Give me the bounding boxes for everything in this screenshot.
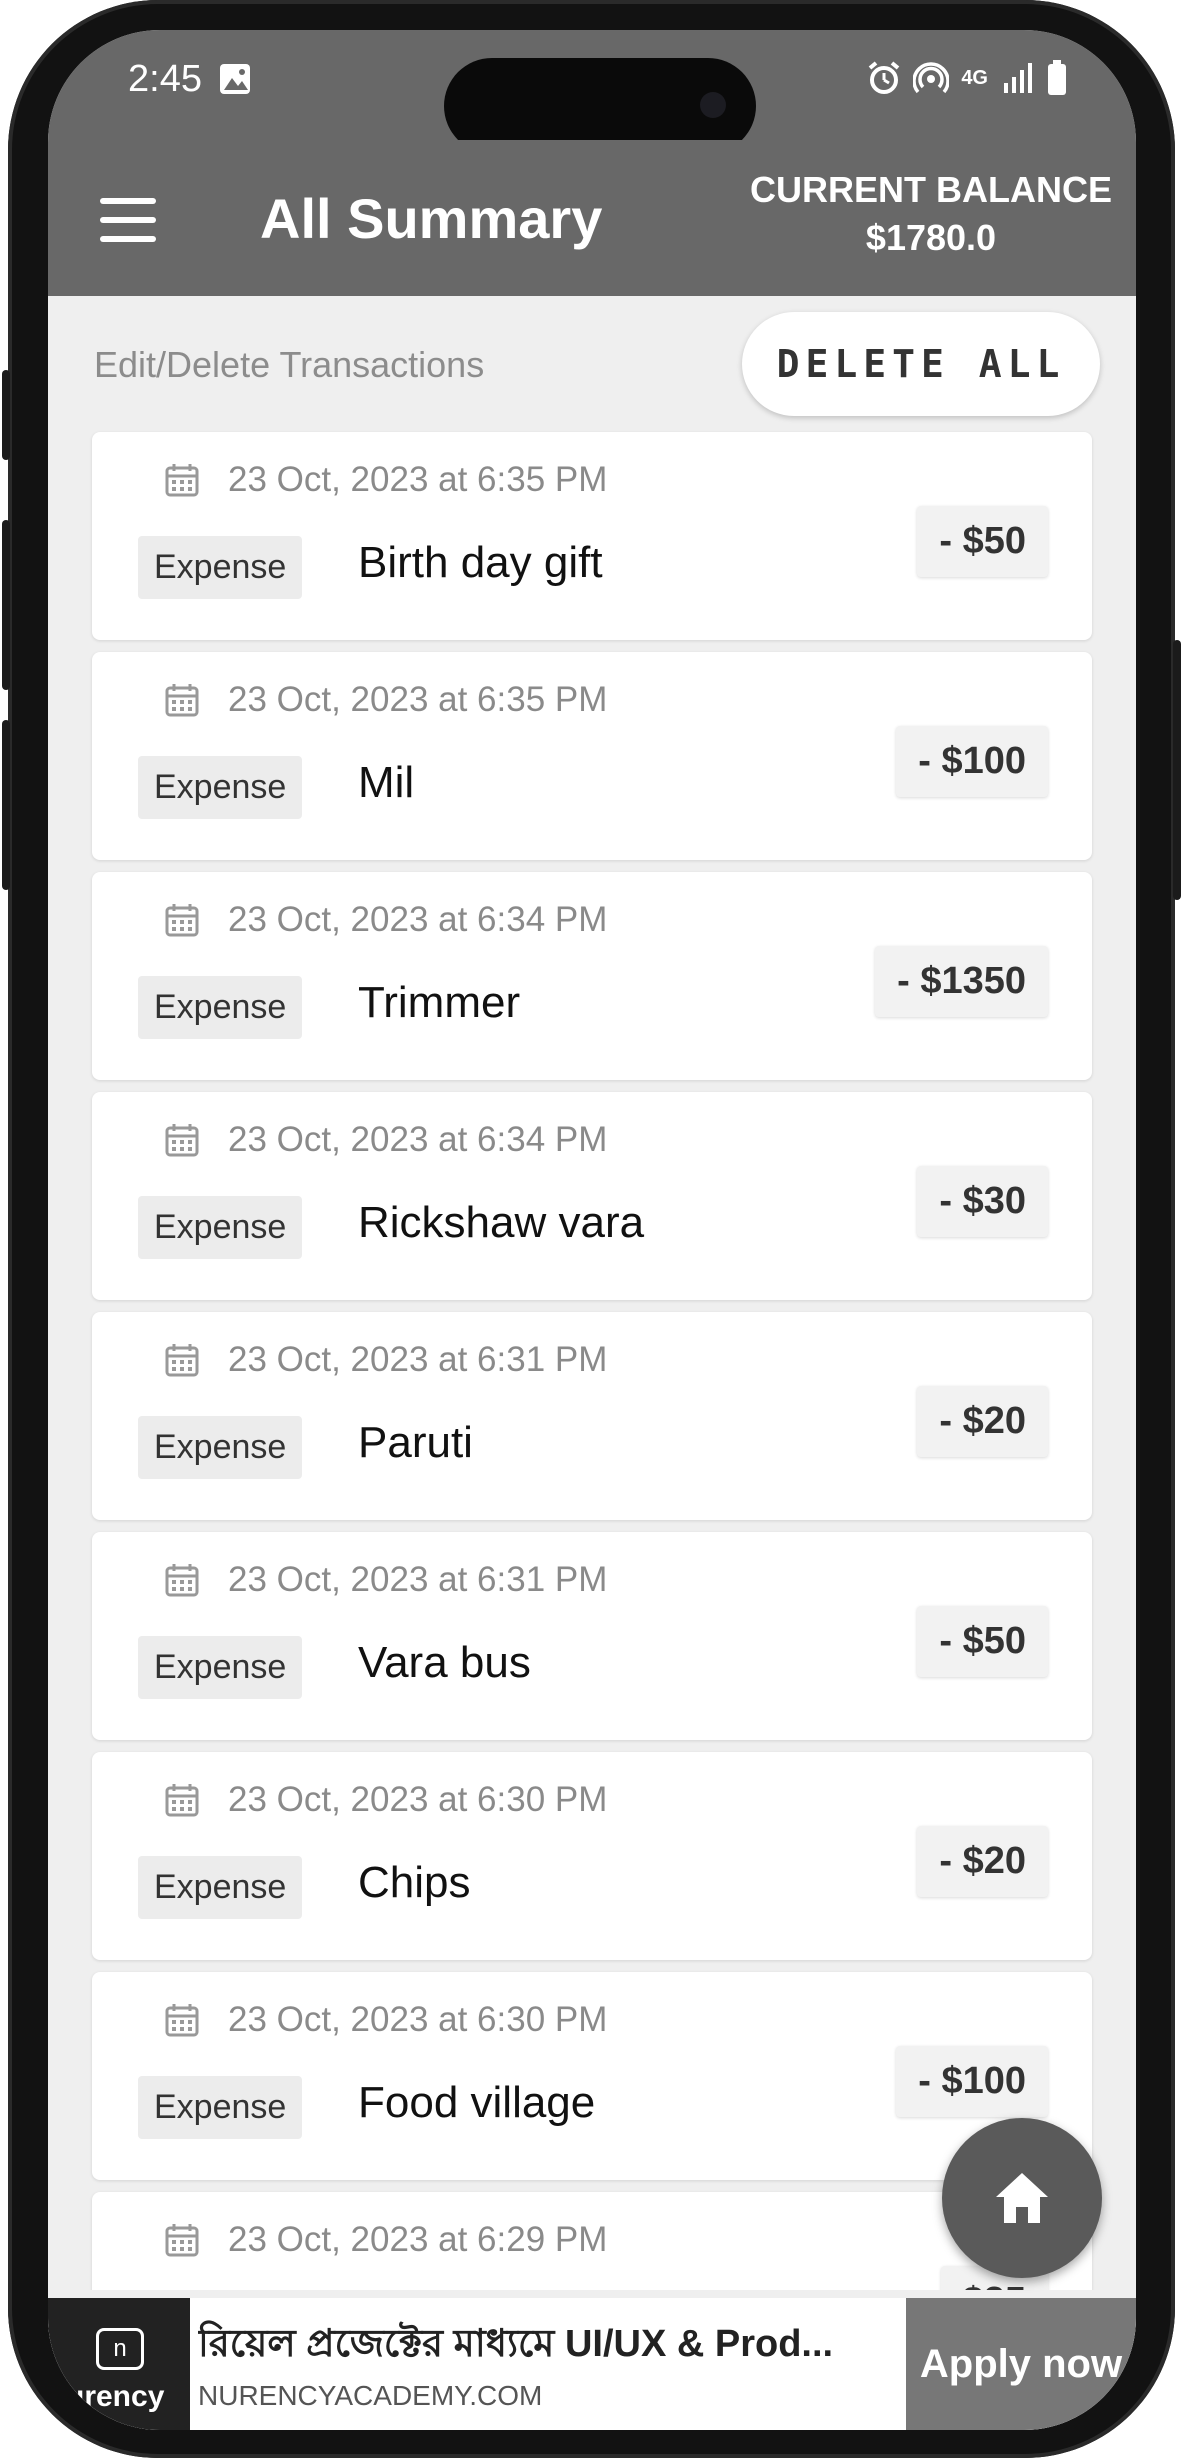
calendar-icon bbox=[165, 1564, 199, 1597]
hotspot-icon bbox=[913, 62, 950, 94]
transactions-subheader: Edit/Delete Transactions DELETE ALL bbox=[48, 296, 1136, 424]
transaction-card[interactable]: 23 Oct, 2023 at 6:30 PM Expense Chips - … bbox=[92, 1752, 1092, 1960]
transaction-card[interactable]: 23 Oct, 2023 at 6:31 PM Expense Vara bus… bbox=[92, 1532, 1092, 1740]
calendar-icon bbox=[165, 2224, 199, 2257]
transaction-type-badge: Expense bbox=[138, 756, 303, 819]
transaction-name: Trimmer bbox=[358, 978, 521, 1027]
calendar-icon bbox=[165, 464, 199, 497]
transaction-type-badge: Expense bbox=[138, 976, 303, 1039]
image-icon bbox=[220, 64, 250, 94]
transaction-date: 23 Oct, 2023 at 6:31 PM bbox=[228, 1340, 608, 1379]
transaction-card[interactable]: 23 Oct, 2023 at 6:35 PM Expense Mil - $1… bbox=[92, 652, 1092, 860]
balance-label: CURRENT BALANCE bbox=[750, 169, 1112, 210]
transaction-type-badge: Expense bbox=[138, 1856, 303, 1919]
power-button bbox=[1173, 640, 1181, 900]
calendar-icon bbox=[165, 2004, 199, 2037]
signal-icon bbox=[1004, 63, 1032, 93]
transaction-date: 23 Oct, 2023 at 6:30 PM bbox=[228, 2000, 608, 2039]
transaction-name: Rickshaw vara bbox=[358, 1198, 645, 1247]
transaction-amount: - $1350 bbox=[875, 946, 1048, 1017]
calendar-icon bbox=[165, 1344, 199, 1377]
ad-logo-text: urency bbox=[66, 2380, 165, 2413]
edit-delete-label: Edit/Delete Transactions bbox=[94, 344, 485, 385]
status-bar: 2:45 4G bbox=[48, 30, 1136, 154]
ad-url: NURENCYACADEMY.COM bbox=[198, 2380, 543, 2411]
transaction-date: 23 Oct, 2023 at 6:34 PM bbox=[228, 900, 608, 939]
transaction-date: 23 Oct, 2023 at 6:30 PM bbox=[228, 1780, 608, 1819]
transaction-card[interactable]: 23 Oct, 2023 at 6:34 PM Expense Trimmer … bbox=[92, 872, 1092, 1080]
transaction-name: Mil bbox=[358, 758, 415, 807]
battery-icon bbox=[1048, 60, 1066, 95]
transaction-name: Paruti bbox=[358, 1418, 473, 1467]
ad-logo: n urency bbox=[48, 2298, 190, 2430]
transaction-amount: - $50 bbox=[917, 506, 1048, 577]
front-camera bbox=[700, 92, 726, 118]
transaction-name: Vara bus bbox=[358, 1638, 531, 1687]
transaction-type-badge: Expense bbox=[138, 536, 303, 599]
transaction-amount: - $20 bbox=[917, 1826, 1048, 1897]
transaction-type-badge: Expense bbox=[138, 2076, 303, 2139]
transaction-name: Birth day gift bbox=[358, 538, 603, 587]
calendar-icon bbox=[165, 1124, 199, 1157]
status-icons: 4G bbox=[867, 60, 1068, 96]
transaction-date: 23 Oct, 2023 at 6:35 PM bbox=[228, 680, 608, 719]
ad-logo-icon: n bbox=[96, 2328, 144, 2370]
transaction-amount: - $100 bbox=[896, 2046, 1048, 2117]
transaction-date: 23 Oct, 2023 at 6:34 PM bbox=[228, 1120, 608, 1159]
status-time: 2:45 bbox=[128, 58, 202, 100]
volume-up-button bbox=[2, 520, 10, 690]
app-bar: All Summary CURRENT BALANCE $1780.0 bbox=[48, 140, 1136, 296]
mute-switch bbox=[2, 370, 10, 460]
network-type: 4G bbox=[961, 67, 988, 89]
home-button[interactable] bbox=[942, 2118, 1102, 2278]
hamburger-menu-icon[interactable] bbox=[100, 198, 156, 242]
transaction-list[interactable]: 23 Oct, 2023 at 6:35 PM Expense Birth da… bbox=[48, 410, 1136, 2290]
transaction-type-badge: Expense bbox=[138, 1416, 303, 1479]
screen: 2:45 4G All Summary CURRENT BALANCE $178… bbox=[48, 30, 1136, 2430]
transaction-type-badge: Expense bbox=[138, 1636, 303, 1699]
alarm-icon bbox=[869, 61, 900, 94]
calendar-icon bbox=[165, 904, 199, 937]
transaction-name: Food village bbox=[358, 2078, 596, 2127]
calendar-icon bbox=[165, 684, 199, 717]
transaction-amount: - $20 bbox=[917, 1386, 1048, 1457]
current-balance: CURRENT BALANCE $1780.0 bbox=[750, 166, 1112, 262]
balance-value: $1780.0 bbox=[865, 217, 997, 258]
delete-all-button[interactable]: DELETE ALL bbox=[742, 312, 1100, 416]
volume-down-button bbox=[2, 720, 10, 890]
page-title: All Summary bbox=[260, 187, 603, 250]
transaction-date: 23 Oct, 2023 at 6:35 PM bbox=[228, 460, 608, 499]
transaction-card[interactable]: 23 Oct, 2023 at 6:31 PM Expense Paruti -… bbox=[92, 1312, 1092, 1520]
calendar-icon bbox=[165, 1784, 199, 1817]
transaction-date: 23 Oct, 2023 at 6:31 PM bbox=[228, 1560, 608, 1599]
ad-title[interactable]: রিয়েল প্রজেক্টের মাধ্যমে UI/UX & Prod..… bbox=[198, 2314, 878, 2378]
transaction-amount: - $100 bbox=[896, 726, 1048, 797]
transaction-card[interactable]: 23 Oct, 2023 at 6:34 PM Expense Rickshaw… bbox=[92, 1092, 1092, 1300]
transaction-amount: - $50 bbox=[917, 1606, 1048, 1677]
transaction-type-badge: Expense bbox=[138, 1196, 303, 1259]
transaction-name: Chips bbox=[358, 1858, 471, 1907]
transaction-date: 23 Oct, 2023 at 6:29 PM bbox=[228, 2220, 608, 2259]
transaction-card[interactable]: 23 Oct, 2023 at 6:30 PM Expense Food vil… bbox=[92, 1972, 1092, 2180]
apply-now-button[interactable]: Apply now bbox=[906, 2298, 1136, 2430]
transaction-amount: - $30 bbox=[917, 1166, 1048, 1237]
transaction-card[interactable]: 23 Oct, 2023 at 6:35 PM Expense Birth da… bbox=[92, 432, 1092, 640]
home-icon bbox=[996, 2173, 1048, 2223]
phone-frame: 2:45 4G All Summary CURRENT BALANCE $178… bbox=[2, 0, 1181, 2458]
ad-banner[interactable]: n urency রিয়েল প্রজেক্টের মাধ্যমে UI/UX… bbox=[48, 2298, 1136, 2430]
